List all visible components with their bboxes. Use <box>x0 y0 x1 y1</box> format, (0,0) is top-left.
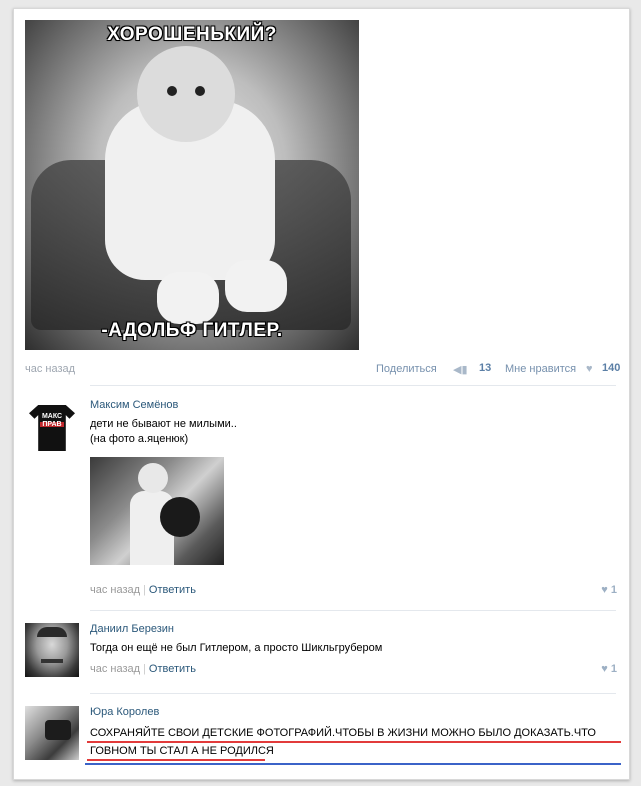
dark-figure-shape <box>160 497 200 537</box>
like-button[interactable]: Мне нравится <box>505 363 576 375</box>
comment-author[interactable]: Максим Семёнов <box>90 399 178 411</box>
comment-like-count: 1 <box>610 584 617 596</box>
divider <box>90 693 616 694</box>
avatar[interactable] <box>25 623 79 677</box>
comment-like-button[interactable]: ♥ 1 <box>601 663 617 675</box>
comment-time[interactable]: час назад <box>90 584 140 596</box>
comment-author[interactable]: Даниил Березин <box>90 623 174 635</box>
comment-item: МАКС ПРАВ Максим Семёнов дети не бывают … <box>25 399 617 599</box>
comment-time[interactable]: час назад <box>90 663 140 675</box>
comment-item: Даниил Березин Тогда он ещё не был Гитле… <box>25 623 617 693</box>
meme-bottom-caption: -АДОЛЬФ ГИТЛЕР. <box>101 320 283 341</box>
comment-photo[interactable] <box>90 457 224 565</box>
comment-line-1: СОХРАНЯЙТЕ СВОИ ДЕТСКИЕ ФОТОГРАФИЙ.ЧТОБЫ… <box>90 727 596 739</box>
comment-author[interactable]: Юра Королев <box>90 706 159 718</box>
eye-left <box>167 86 177 96</box>
comment-meta: час назад | Ответить <box>90 584 196 596</box>
divider <box>90 385 616 386</box>
hair-shape <box>37 627 67 637</box>
separator: | <box>143 584 146 596</box>
comment-like-count: 1 <box>610 663 617 675</box>
blue-underline <box>85 763 621 765</box>
reply-link[interactable]: Ответить <box>149 584 196 596</box>
share-button[interactable]: Поделиться <box>376 363 437 375</box>
baby-head-shape <box>137 46 235 142</box>
heart-icon: ♥ <box>601 584 608 596</box>
mustache-shape <box>41 659 63 663</box>
heart-icon: ♥ <box>586 363 593 375</box>
share-count: 13 <box>479 362 492 374</box>
comment-like-button[interactable]: ♥ 1 <box>601 584 617 596</box>
comment-meta: час назад | Ответить <box>90 663 196 675</box>
avatar-text: МАКС ПРАВ <box>41 413 63 428</box>
post-footer: час назад Поделиться ◀▮ 13 Мне нравится … <box>25 361 621 377</box>
comment-text: дети не бывают не милыми.. (на фото а.яц… <box>90 417 237 447</box>
reply-link[interactable]: Ответить <box>149 663 196 675</box>
avatar[interactable]: МАКС ПРАВ <box>25 399 79 453</box>
post-photo[interactable]: ХОРОШЕНЬКИЙ? -АДОЛЬФ ГИТЛЕР. <box>25 20 359 350</box>
wall-post: ХОРОШЕНЬКИЙ? -АДОЛЬФ ГИТЛЕР. час назад П… <box>13 8 630 780</box>
meme-top-caption: ХОРОШЕНЬКИЙ? <box>107 24 277 45</box>
heart-icon: ♥ <box>601 663 608 675</box>
comment-text: Тогда он ещё не был Гитлером, а просто Ш… <box>90 642 383 654</box>
comment-line-2: (на фото а.яценюк) <box>90 433 189 445</box>
baby-leg-right <box>225 260 287 312</box>
comment-line-2: ГОВНОМ ТЫ СТАЛ А НЕ РОДИЛСЯ <box>90 745 274 757</box>
like-count: 140 <box>602 362 621 374</box>
post-time[interactable]: час назад <box>25 363 75 375</box>
camera-shape <box>45 720 71 740</box>
child-head-shape <box>138 463 168 493</box>
avatar[interactable] <box>25 706 79 760</box>
red-underline <box>87 759 265 761</box>
separator: | <box>143 663 146 675</box>
comment-line-1: дети не бывают не милыми.. <box>90 418 237 430</box>
baby-leg-left <box>157 272 219 324</box>
megaphone-icon: ◀▮ <box>453 364 468 376</box>
comment-item: Юра Королев СОХРАНЯЙТЕ СВОИ ДЕТСКИЕ ФОТО… <box>25 706 617 771</box>
eye-right <box>195 86 205 96</box>
divider <box>90 610 616 611</box>
red-underline <box>87 741 621 743</box>
